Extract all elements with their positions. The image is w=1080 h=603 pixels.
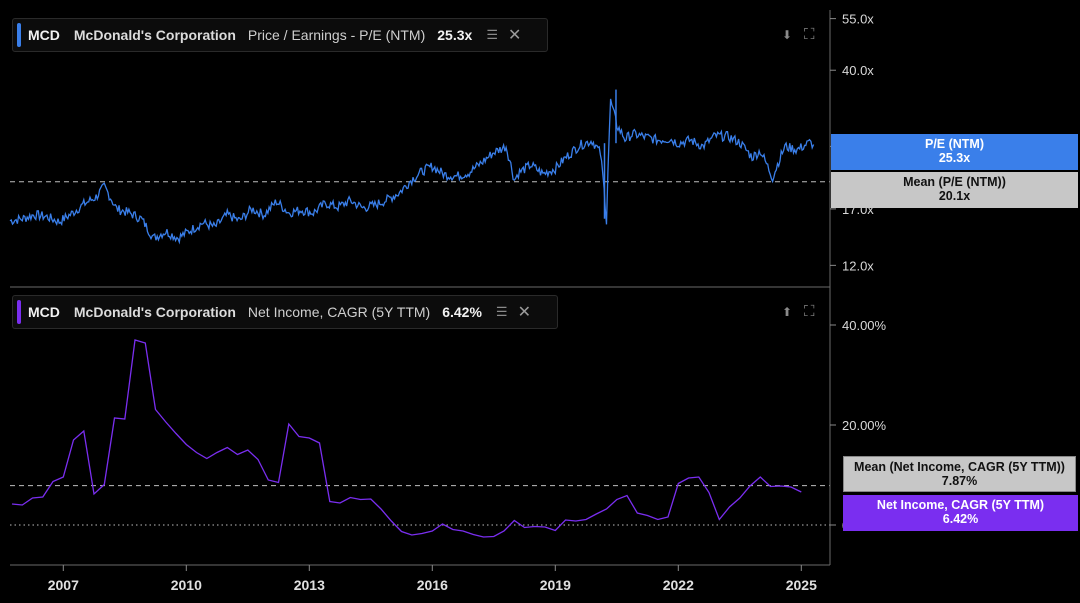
close-icon[interactable]: ✕ — [518, 302, 531, 322]
ni-box-value: 6.42% — [942, 512, 979, 526]
ni-series-line — [11, 339, 802, 538]
ni-mean-box: Mean (Net Income, CAGR (5Y TTM)) 7.87% — [843, 456, 1076, 492]
ni-ticker: MCD — [28, 304, 60, 320]
pe-mean-box: Mean (P/E (NTM)) 20.1x — [831, 172, 1078, 208]
download-icon[interactable]: ⬇ — [782, 28, 796, 42]
pe-legend: MCD McDonald's Corporation Price / Earni… — [12, 18, 548, 52]
ni-value-box: Net Income, CAGR (5Y TTM) 6.42% — [843, 495, 1078, 531]
pe-y-tick-label: 12.0x — [842, 258, 874, 273]
ni-company: McDonald's Corporation — [73, 304, 236, 320]
pe-y-tick-label: 40.0x — [842, 63, 874, 78]
x-tick-label: 2013 — [294, 577, 325, 593]
pe-mean-value: 20.1x — [938, 189, 971, 203]
ni-y-tick-label: 20.00% — [842, 418, 887, 433]
pe-ticker: MCD — [28, 27, 60, 43]
layers-icon[interactable]: ☰ — [496, 304, 508, 320]
chart-stage: 12.0x17.0x25.0x40.0x55.0x0.00%20.00%40.0… — [0, 0, 1080, 603]
ni-mean-title: Mean (Net Income, CAGR (5Y TTM)) — [854, 460, 1065, 474]
ni-y-tick-label: 40.00% — [842, 318, 887, 333]
ni-legend: MCD McDonald's Corporation Net Income, C… — [12, 295, 558, 329]
x-tick-label: 2007 — [48, 577, 79, 593]
pe-value-box: P/E (NTM) 25.3x — [831, 134, 1078, 170]
ni-box-title: Net Income, CAGR (5Y TTM) — [876, 498, 1045, 512]
pe-box-title: P/E (NTM) — [924, 137, 985, 151]
x-tick-label: 2022 — [663, 577, 694, 593]
x-tick-label: 2010 — [171, 577, 202, 593]
ni-metric: Net Income, CAGR (5Y TTM) — [247, 304, 431, 320]
pe-color-bar — [17, 23, 21, 47]
ni-mean-value: 7.87% — [941, 474, 978, 488]
x-tick-label: 2025 — [786, 577, 817, 593]
expand-icon[interactable]: ⛶ — [804, 26, 818, 43]
expand-icon[interactable]: ⛶ — [804, 303, 818, 320]
upload-icon[interactable]: ⬆ — [782, 305, 796, 319]
pe-box-value: 25.3x — [938, 151, 971, 165]
pe-mean-title: Mean (P/E (NTM)) — [903, 175, 1006, 189]
x-tick-label: 2019 — [540, 577, 571, 593]
pe-y-tick-label: 55.0x — [842, 12, 874, 27]
pe-company: McDonald's Corporation — [73, 27, 236, 43]
ni-value: 6.42% — [442, 304, 482, 320]
ni-color-bar — [17, 300, 21, 324]
close-icon[interactable]: ✕ — [508, 25, 521, 45]
layers-icon[interactable]: ☰ — [486, 27, 498, 43]
pe-metric: Price / Earnings - P/E (NTM) — [247, 27, 426, 43]
pe-value: 25.3x — [437, 27, 473, 43]
x-tick-label: 2016 — [417, 577, 448, 593]
pe-series-line — [9, 98, 815, 245]
